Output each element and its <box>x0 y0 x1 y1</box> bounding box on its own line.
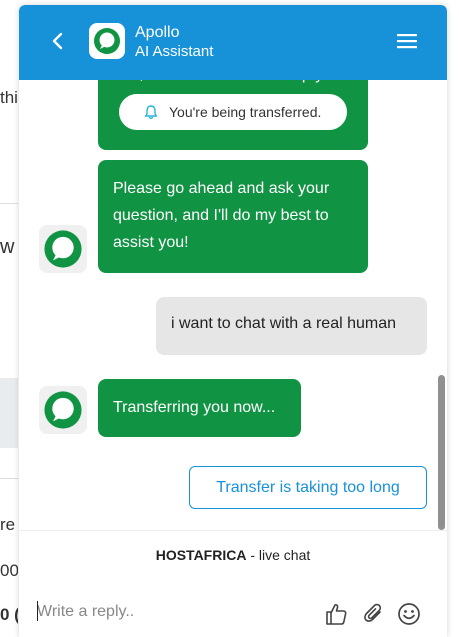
emoji-icon[interactable] <box>396 601 422 627</box>
thumbs-up-icon[interactable] <box>323 601 349 627</box>
text-caret <box>37 601 38 621</box>
chat-footer: HOSTAFRICA - live chat <box>19 530 447 637</box>
chat-header: Apollo AI Assistant <box>19 5 447 80</box>
bell-icon <box>144 105 158 119</box>
header-title: Apollo <box>135 24 180 41</box>
bg-text-fragment: re <box>0 515 16 534</box>
bot-message: Please go ahead and ask your question, a… <box>98 160 368 273</box>
bot-message-line: assist you! <box>113 234 189 251</box>
message-list[interactable]: Yes, indeed! How can I help you? You're … <box>19 80 447 530</box>
bg-text-fragment: w <box>0 236 15 258</box>
chat-widget: Apollo AI Assistant Yes, indeed! How can… <box>19 5 447 637</box>
user-message-text: i want to chat with a real human <box>171 315 397 332</box>
brand-name: HOSTAFRICA <box>155 547 247 563</box>
reply-input[interactable] <box>37 599 317 625</box>
user-message: i want to chat with a real human <box>156 297 427 355</box>
bg-text-fragment: thi <box>0 88 18 107</box>
bg-text-fragment: 0 ( <box>0 605 18 624</box>
bot-message-line: Please go ahead and ask your <box>113 180 330 197</box>
bg-divider <box>0 203 18 204</box>
chat-bot-logo-icon <box>94 28 120 54</box>
bot-avatar <box>39 225 87 273</box>
toast-text: You're being transferred. <box>169 104 322 120</box>
bg-grey-block <box>0 378 18 448</box>
avatar <box>89 23 125 59</box>
bg-divider <box>0 478 18 479</box>
bot-message-text: Transferring you now... <box>113 399 276 416</box>
header-subtitle: AI Assistant <box>135 43 214 60</box>
hamburger-menu-icon[interactable] <box>396 32 418 50</box>
brand-suffix: - live chat <box>246 547 311 563</box>
transfer-toast: You're being transferred. <box>118 93 348 131</box>
back-arrow-icon[interactable] <box>47 30 69 52</box>
transfer-too-long-button[interactable]: Transfer is taking too long <box>189 466 427 509</box>
bot-avatar <box>39 386 87 434</box>
bot-message-line: question, and I'll do my best to <box>113 207 329 224</box>
chat-bot-logo-icon <box>44 230 82 268</box>
scrollbar[interactable] <box>438 375 445 530</box>
bot-message-text: Yes, indeed! How can I help you? <box>113 80 353 88</box>
brand-line: HOSTAFRICA - live chat <box>19 547 447 563</box>
paperclip-icon[interactable] <box>361 601 387 627</box>
bot-message: Transferring you now... <box>98 379 301 437</box>
chat-bot-logo-icon <box>44 391 82 429</box>
bg-text-fragment: 00 <box>0 561 18 580</box>
